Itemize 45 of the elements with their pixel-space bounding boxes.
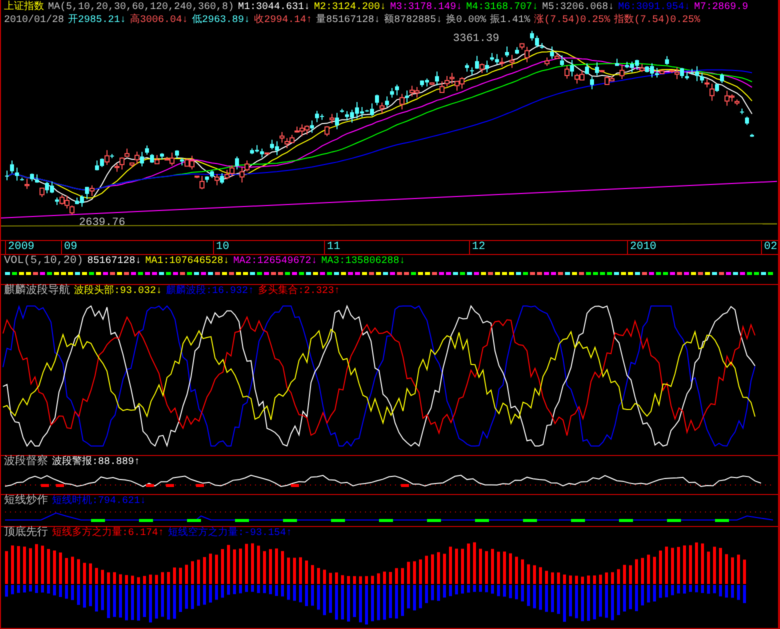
date-label: 02 <box>761 241 778 254</box>
indicator-value: 波段头部:93.032↓ <box>74 285 162 298</box>
quote-value: 量85167128↓ <box>316 14 380 27</box>
panel-title: 波段督察 <box>4 456 48 469</box>
panel-title: 麒麟波段导航 <box>4 285 70 298</box>
high-price-label: 3361.39 <box>453 33 500 45</box>
indicator-value: 多头集合:2.323↑ <box>258 285 340 298</box>
quote-value: 低2963.89↓ <box>192 14 250 27</box>
low-price-label: 2639.76 <box>79 217 126 230</box>
date-label: 2009 <box>5 241 34 254</box>
quote-value: 振1.41% <box>490 14 530 27</box>
panel-title: 短线炒作 <box>4 495 48 508</box>
indicator-value: MA1:107646528↓ <box>145 255 230 268</box>
indicator-value: M2:3124.200↓ <box>314 1 386 14</box>
indicator-value: M4:3168.707↓ <box>466 1 538 14</box>
indicator-value: M5:3206.068↓ <box>542 1 614 14</box>
panel-title: VOL(5,10,20) <box>4 255 84 268</box>
indicator-value: M7:2869.9 <box>694 1 748 14</box>
date-label: 2010 <box>627 241 656 254</box>
quote-value: 换0.00% <box>446 14 486 27</box>
date-label: 11 <box>324 241 340 254</box>
indicator-value: 短线空方之力量:-93.154↑ <box>168 527 292 540</box>
indicator-value: M6:3091.954↓ <box>618 1 690 14</box>
indicator-value: 波段警报:88.889↑ <box>52 456 140 469</box>
quote-value: 额8782885↓ <box>384 14 442 27</box>
indicator-value: 短线时机:794.621↓ <box>52 495 146 508</box>
quote-value: 开2985.21↓ <box>68 14 126 27</box>
quote-value: 高3006.04↓ <box>130 14 188 27</box>
indicator-value: M1:3044.631↓ <box>238 1 310 14</box>
indicator-value: M3:3178.149↓ <box>390 1 462 14</box>
indicator-value: MA(5,10,20,30,60,120,240,360,8) <box>48 1 234 14</box>
quote-value: 涨(7.54)0.25% <box>534 14 610 27</box>
indicator-value: 麒麟波段:16.932↑ <box>166 285 254 298</box>
date-label: 12 <box>469 241 486 254</box>
indicator-value: 短线多方之力量:6.174↑ <box>52 527 164 540</box>
quote-value: 2010/01/28 <box>4 14 64 27</box>
indicator-value: 上证指数 <box>4 1 44 14</box>
quote-value: 收2994.14↑ <box>254 14 312 27</box>
date-label: 09 <box>61 241 78 254</box>
date-label: 10 <box>213 241 230 254</box>
indicator-value: 85167128↓ <box>87 255 142 268</box>
quote-value: 指数(7.54)0.25% <box>614 14 700 27</box>
indicator-value: MA3:135806288↓ <box>321 255 406 268</box>
panel-title: 顶底先行 <box>4 527 48 540</box>
indicator-value: MA2:126549672↓ <box>233 255 318 268</box>
